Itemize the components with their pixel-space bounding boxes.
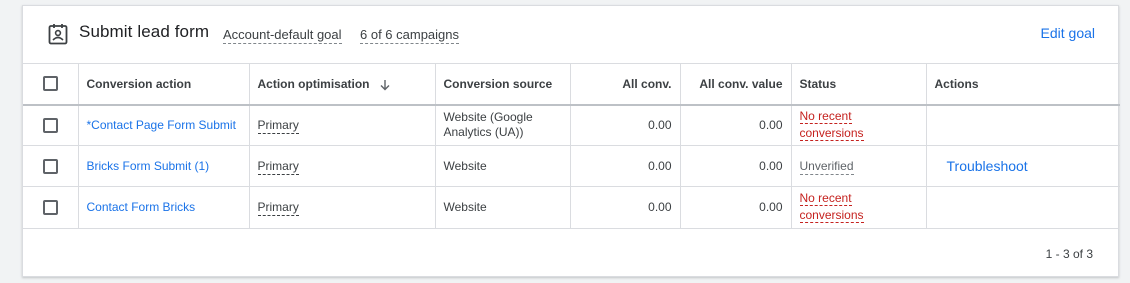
table-footer: 1 - 3 of 3 (23, 228, 1118, 278)
all-conv-value: 0.00 (569, 145, 680, 187)
optimisation-value[interactable]: Primary (257, 118, 299, 135)
column-header-actions: Actions (925, 63, 1120, 106)
all-conv-value: 0.00 (569, 104, 680, 146)
actions-cell: Troubleshoot (925, 145, 1120, 187)
row-checkbox[interactable] (43, 158, 58, 174)
column-header-all-conv[interactable]: All conv. (569, 63, 680, 106)
conversion-action-link[interactable]: *Contact Page Form Submit (87, 118, 236, 132)
table-header-row: Conversion action Action optimisation Co… (23, 63, 1120, 106)
conversion-action-link[interactable]: Bricks Form Submit (1) (87, 159, 210, 173)
select-all-cell (23, 63, 78, 106)
status-badge[interactable]: No recent conversions (799, 190, 864, 224)
column-header-action-optimisation[interactable]: Action optimisation (248, 63, 435, 106)
optimisation-value[interactable]: Primary (257, 200, 299, 217)
status-line: conversions (799, 208, 864, 224)
all-conv-value: 0.00 (569, 186, 680, 228)
conversion-source-line: Analytics (UA)) (443, 125, 524, 140)
conversion-source-line: Website (Google (443, 110, 533, 125)
table-row: *Contact Page Form Submit Primary Websit… (23, 104, 1120, 146)
status-cell: Unverified (790, 145, 926, 187)
edit-goal-button[interactable]: Edit goal (1041, 25, 1095, 41)
all-conv-value-amount: 0.00 (679, 104, 791, 146)
column-header-conversion-action[interactable]: Conversion action (77, 63, 249, 106)
all-conv-value-amount: 0.00 (679, 186, 791, 228)
select-all-checkbox[interactable] (43, 76, 58, 92)
status-cell: No recent conversions (790, 104, 926, 146)
status-cell: No recent conversions (790, 186, 926, 228)
all-conv-value-amount: 0.00 (679, 145, 791, 187)
conversion-goal-card: Submit lead form Account-default goal 6 … (22, 5, 1120, 278)
status-line: No recent (799, 109, 852, 125)
column-header-status[interactable]: Status (790, 63, 926, 106)
arrow-down-icon (380, 79, 390, 91)
actions-cell (925, 186, 1120, 228)
lead-form-icon (48, 24, 68, 45)
optimisation-value[interactable]: Primary (257, 159, 299, 175)
status-badge[interactable]: Unverified (799, 159, 854, 175)
conversion-source-cell: Website (434, 145, 570, 187)
status-line: No recent (799, 191, 852, 207)
row-checkbox[interactable] (43, 199, 58, 215)
conversion-source-cell: Website (Google Analytics (UA)) (434, 104, 570, 146)
column-header-all-conv-value[interactable]: All conv. value (679, 63, 791, 106)
column-header-conversion-source[interactable]: Conversion source (434, 63, 570, 106)
card-header: Submit lead form Account-default goal 6 … (23, 6, 1118, 63)
row-select-cell (23, 145, 78, 187)
status-line: conversions (799, 126, 864, 142)
actions-cell (925, 104, 1120, 146)
conversion-source-cell: Website (434, 186, 570, 228)
status-badge[interactable]: No recent conversions (799, 108, 864, 142)
row-select-cell (23, 104, 78, 146)
row-select-cell (23, 186, 78, 228)
campaigns-count[interactable]: 6 of 6 campaigns (360, 27, 460, 44)
table-row: Contact Form Bricks Primary Website 0.00… (23, 186, 1120, 228)
column-header-label: Action optimisation (257, 76, 370, 91)
row-checkbox[interactable] (43, 117, 58, 133)
table-row: Bricks Form Submit (1) Primary Website 0… (23, 145, 1120, 187)
conversion-action-link[interactable]: Contact Form Bricks (87, 200, 196, 214)
goal-title: Submit lead form (79, 22, 210, 41)
conversion-actions-table: Conversion action Action optimisation Co… (23, 63, 1120, 228)
troubleshoot-button[interactable]: Troubleshoot (947, 158, 1028, 174)
account-goal-label[interactable]: Account-default goal (223, 27, 342, 44)
pagination-label: 1 - 3 of 3 (1045, 247, 1093, 261)
